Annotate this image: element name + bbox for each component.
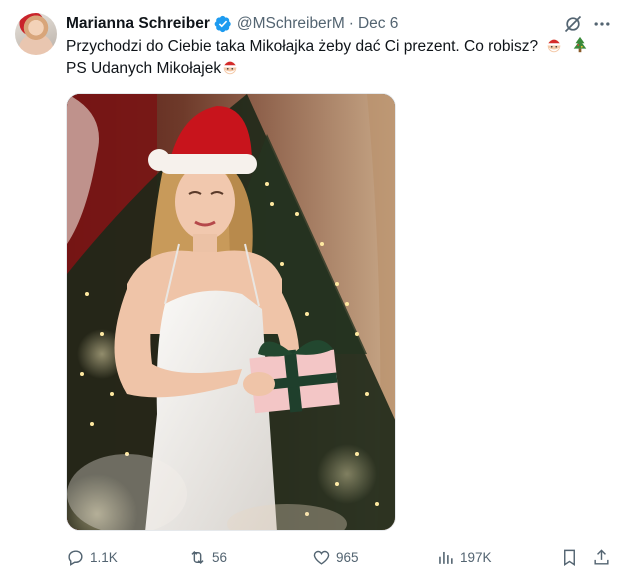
reply-icon: [68, 549, 83, 566]
tweet-actions: 1.1K 56 965 197K: [66, 546, 616, 568]
christmas-tree-emoji-icon: [571, 36, 589, 54]
heart-icon: [313, 550, 330, 565]
retweet-icon: [191, 550, 204, 564]
tweet-date[interactable]: Dec 6: [358, 15, 399, 33]
avatar[interactable]: [15, 13, 57, 55]
like-count: 965: [336, 549, 359, 565]
views-chart-icon: [439, 551, 453, 564]
tweet[interactable]: Marianna Schreiber @MSchreiberM · Dec 6 …: [0, 0, 631, 586]
author-handle[interactable]: @MSchreiberM: [237, 15, 345, 33]
tweet-text-line-2-content: PS Udanych Mikołajek: [66, 60, 222, 77]
share-icon: [594, 548, 609, 565]
tweet-text-line-1-content: Przychodzi do Ciebie taka Mikołajka żeby…: [66, 38, 539, 55]
views-button[interactable]: 197K: [436, 546, 492, 568]
tweet-text-line-2: PS Udanych Mikołajek: [66, 58, 616, 80]
verified-badge-icon: [214, 15, 232, 33]
like-button[interactable]: 965: [312, 546, 359, 568]
reply-count: 1.1K: [90, 549, 118, 565]
separator-dot: ·: [348, 15, 354, 32]
share-button[interactable]: [592, 546, 616, 568]
bookmark-icon: [564, 549, 575, 566]
grok-icon[interactable]: [563, 14, 583, 34]
retweet-button[interactable]: 56: [188, 546, 227, 568]
bookmark-button[interactable]: [560, 546, 584, 568]
tweet-text: Przychodzi do Ciebie taka Mikołajka żeby…: [66, 36, 616, 80]
author-name[interactable]: Marianna Schreiber: [66, 15, 210, 33]
tweet-header: Marianna Schreiber @MSchreiberM · Dec 6: [66, 14, 398, 34]
photo-illustration: [67, 94, 395, 530]
santa-emoji-icon: [221, 58, 239, 76]
reply-button[interactable]: 1.1K: [66, 546, 118, 568]
more-options-icon[interactable]: [592, 14, 612, 34]
tweet-photo[interactable]: [66, 93, 396, 531]
santa-emoji-icon: [545, 36, 563, 54]
tweet-text-line-1: Przychodzi do Ciebie taka Mikołajka żeby…: [66, 36, 616, 58]
retweet-count: 56: [212, 549, 228, 565]
views-count: 197K: [460, 549, 492, 565]
